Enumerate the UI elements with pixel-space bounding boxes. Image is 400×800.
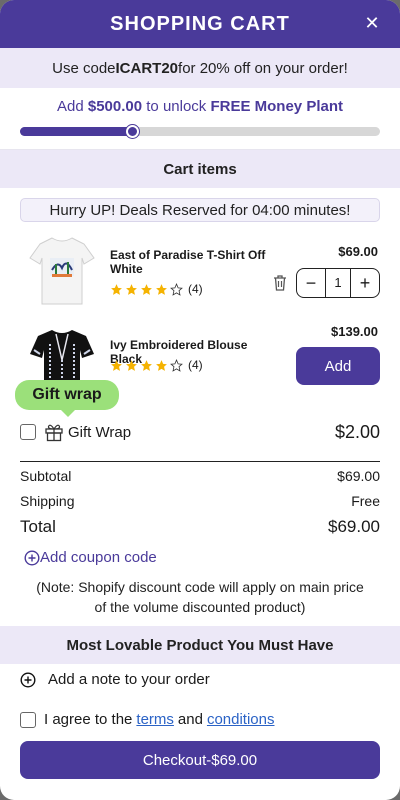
progress-knob bbox=[125, 125, 139, 138]
progress-fill bbox=[20, 127, 132, 136]
subtotal-value: $69.00 bbox=[337, 468, 380, 484]
promo-code: ICART20 bbox=[115, 59, 179, 77]
add-note-label: Add a note to your order bbox=[48, 671, 210, 688]
close-icon[interactable]: ✕ bbox=[362, 13, 382, 33]
gift-wrap-tooltip: Gift wrap bbox=[15, 380, 119, 417]
trash-icon[interactable] bbox=[272, 274, 288, 292]
decrease-quantity-button[interactable]: − bbox=[297, 269, 325, 297]
promo-banner: Use code ICART20 for 20% off on your ord… bbox=[0, 48, 400, 88]
cart-item: East of Paradise T-Shirt Off White (4) $… bbox=[0, 228, 400, 328]
terms-link[interactable]: terms bbox=[136, 711, 174, 728]
discount-note: (Note: Shopify discount code will apply … bbox=[36, 579, 364, 615]
item-price: $69.00 bbox=[338, 244, 378, 259]
plus-circle-icon bbox=[20, 671, 36, 688]
star-icon bbox=[125, 283, 138, 296]
cart-items-header: Cart items bbox=[0, 150, 400, 188]
item-rating: (4) bbox=[110, 282, 203, 296]
star-icon bbox=[155, 359, 168, 372]
star-icon bbox=[140, 283, 153, 296]
agree-and: and bbox=[177, 711, 203, 728]
star-icon bbox=[125, 359, 138, 372]
quantity-stepper: − 1 + bbox=[296, 268, 380, 298]
add-coupon-label: Add coupon code bbox=[40, 549, 157, 566]
gift-wrap-checkbox[interactable] bbox=[20, 424, 36, 440]
quantity-value[interactable]: 1 bbox=[325, 269, 351, 297]
summary-divider bbox=[20, 461, 380, 462]
subtotal-row: Subtotal $69.00 bbox=[20, 468, 380, 484]
add-order-note[interactable]: Add a note to your order bbox=[20, 671, 210, 688]
agree-prefix: I agree to the bbox=[44, 711, 133, 728]
cart-header: SHOPPING CART ✕ bbox=[0, 0, 400, 48]
total-row: Total $69.00 bbox=[20, 517, 380, 537]
checkout-button[interactable]: Checkout-$69.00 bbox=[20, 741, 380, 779]
unlock-amount: $500.00 bbox=[87, 98, 143, 115]
promo-prefix: Use code bbox=[52, 59, 116, 77]
conditions-link[interactable]: conditions bbox=[207, 711, 275, 728]
cart-title: SHOPPING CART bbox=[110, 12, 290, 35]
star-icon bbox=[110, 359, 123, 372]
progress-bar bbox=[20, 125, 380, 138]
terms-agreement: I agree to the terms and conditions bbox=[20, 711, 278, 728]
gift-wrap-label: Gift Wrap bbox=[68, 423, 132, 441]
unlock-prefix: Add bbox=[57, 98, 88, 115]
shipping-value: Free bbox=[351, 493, 380, 509]
rating-count: (4) bbox=[188, 282, 203, 296]
promo-suffix: for 20% off on your order! bbox=[178, 59, 348, 77]
gift-wrap-price: $2.00 bbox=[334, 421, 380, 442]
shopping-cart-drawer: SHOPPING CART ✕ Use code ICART20 for 20%… bbox=[0, 0, 400, 800]
tshirt-image bbox=[29, 237, 95, 305]
star-icon bbox=[140, 359, 153, 372]
total-label: Total bbox=[20, 517, 56, 536]
unlock-reward: FREE Money Plant bbox=[210, 98, 343, 115]
shipping-label: Shipping bbox=[20, 493, 75, 509]
star-icon bbox=[155, 283, 168, 296]
plus-circle-icon bbox=[24, 549, 40, 566]
rating-count: (4) bbox=[188, 358, 203, 372]
free-gift-progress: Add $500.00 to unlock FREE Money Plant bbox=[0, 88, 400, 150]
unlock-middle: to unlock bbox=[142, 98, 211, 115]
gift-icon bbox=[45, 424, 63, 442]
item-name[interactable]: East of Paradise T-Shirt Off White bbox=[110, 248, 270, 276]
unlock-text: Add $500.00 to unlock FREE Money Plant bbox=[0, 98, 400, 115]
total-value: $69.00 bbox=[328, 517, 380, 536]
increase-quantity-button[interactable]: + bbox=[351, 269, 379, 297]
item-rating: (4) bbox=[110, 358, 203, 372]
star-icon bbox=[110, 283, 123, 296]
star-outline-icon bbox=[170, 282, 183, 296]
terms-checkbox[interactable] bbox=[20, 711, 36, 728]
deal-timer-banner: Hurry UP! Deals Reserved for 04:00 minut… bbox=[20, 198, 380, 222]
add-to-cart-button[interactable]: Add bbox=[296, 347, 380, 385]
gift-wrap-row: Gift Wrap $2.00 bbox=[20, 421, 380, 443]
star-outline-icon bbox=[170, 358, 183, 372]
lovable-products-header: Most Lovable Product You Must Have bbox=[0, 626, 400, 664]
add-coupon-link[interactable]: Add coupon code bbox=[24, 549, 157, 566]
shipping-row: Shipping Free bbox=[20, 493, 380, 509]
item-price: $139.00 bbox=[331, 324, 378, 339]
subtotal-label: Subtotal bbox=[20, 468, 72, 484]
